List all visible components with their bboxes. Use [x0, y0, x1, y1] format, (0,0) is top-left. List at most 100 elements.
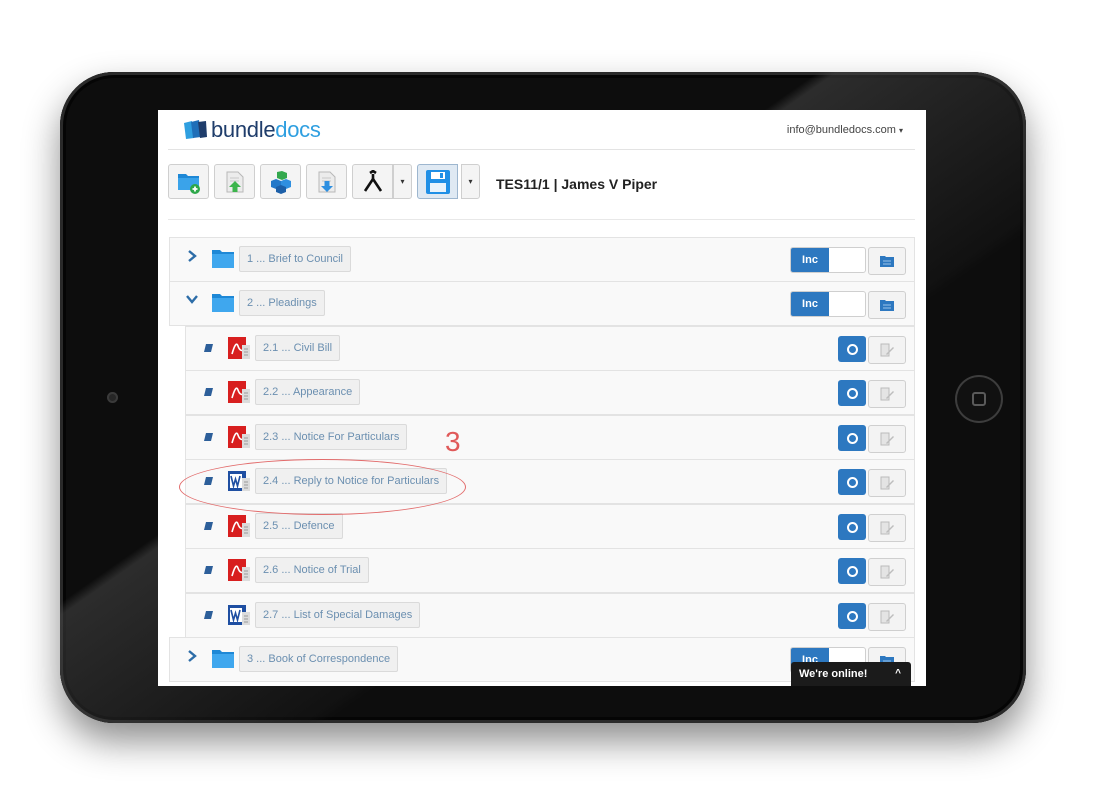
include-document-button[interactable]	[838, 469, 866, 495]
chevron-up-icon[interactable]: ^	[895, 662, 901, 686]
document-title: TES11/1 | James V Piper	[496, 176, 658, 192]
include-document-button[interactable]	[838, 380, 866, 406]
edit-document-button[interactable]	[868, 469, 906, 497]
folder-icon	[212, 250, 234, 268]
toolbar: ▾ ▾ TES11/1 | James V Piper	[168, 160, 915, 220]
edit-document-button[interactable]	[868, 603, 906, 631]
annotation-number: 3	[445, 426, 461, 457]
camera-icon	[107, 392, 118, 403]
folder-options-button[interactable]	[868, 291, 906, 319]
chevron-down-icon: ▾	[898, 126, 903, 135]
word-file-icon	[228, 605, 250, 625]
merge-menu-caret[interactable]: ▾	[393, 164, 412, 199]
chevron-right-icon[interactable]	[187, 250, 201, 262]
pdf-file-icon	[228, 515, 250, 537]
floppy-disk-icon	[425, 169, 450, 194]
edit-icon	[880, 521, 894, 535]
tree-document-row[interactable]: 2.1 ... Civil Bill	[185, 326, 915, 371]
edit-document-button[interactable]	[868, 336, 906, 364]
tree-folder-row[interactable]: 2 ... Pleadings Inc	[169, 281, 915, 326]
circle-icon	[846, 565, 858, 577]
logo-text-bundle: bundle	[211, 117, 276, 142]
top-bar: bundledocs info@bundledocs.com ▾	[168, 110, 915, 150]
chevron-down-icon: ▾	[400, 177, 405, 186]
edit-document-button[interactable]	[868, 558, 906, 586]
save-menu-caret[interactable]: ▾	[461, 164, 480, 199]
book-icon	[204, 433, 213, 441]
include-document-button[interactable]	[838, 603, 866, 629]
book-icon	[204, 611, 213, 619]
logo-book-icon	[184, 120, 207, 139]
folder-icon	[212, 294, 234, 312]
folder-options-button[interactable]	[868, 247, 906, 275]
include-document-button[interactable]	[838, 558, 866, 584]
document-label[interactable]: 2.1 ... Civil Bill	[255, 335, 341, 361]
document-label[interactable]: 2.7 ... List of Special Damages	[255, 602, 421, 628]
pdf-file-icon	[228, 381, 250, 403]
add-section-button[interactable]	[168, 164, 209, 199]
logo-text-docs: docs	[275, 117, 321, 142]
edit-document-button[interactable]	[868, 380, 906, 408]
pdf-file-icon	[228, 426, 250, 448]
include-toggle[interactable]: Inc	[790, 291, 866, 317]
folder-label[interactable]: 1 ... Brief to Council	[239, 246, 351, 272]
chevron-down-icon: ▾	[468, 177, 473, 186]
folder-label[interactable]: 3 ... Book of Correspondence	[239, 646, 399, 672]
tree-folder-row[interactable]: 1 ... Brief to Council Inc	[169, 237, 915, 282]
document-label[interactable]: 2.5 ... Defence	[255, 513, 343, 539]
include-document-button[interactable]	[838, 425, 866, 451]
chat-label: We're online!	[799, 668, 868, 680]
merge-icon	[363, 169, 382, 192]
tree-document-row[interactable]: 2.2 ... Appearance	[185, 370, 915, 415]
download-icon	[318, 171, 335, 192]
user-email: info@bundledocs.com	[786, 124, 896, 136]
app-screen: bundledocs info@bundledocs.com ▾ ▾ ▾ TES…	[158, 110, 926, 686]
bundledocs-logo[interactable]: bundledocs	[182, 117, 321, 143]
edit-document-button[interactable]	[868, 514, 906, 542]
circle-icon	[846, 432, 858, 444]
folder-edit-icon	[880, 256, 894, 267]
tree-document-row[interactable]: 2.6 ... Notice of Trial	[185, 548, 915, 593]
book-icon	[204, 388, 213, 396]
document-label[interactable]: 2.2 ... Appearance	[255, 379, 361, 405]
annotation-ellipse	[179, 459, 466, 515]
folder-edit-icon	[880, 300, 894, 311]
circle-icon	[846, 521, 858, 533]
include-document-button[interactable]	[838, 336, 866, 362]
upload-document-button[interactable]	[214, 164, 255, 199]
edit-icon	[880, 476, 894, 490]
chevron-right-icon[interactable]	[187, 650, 201, 662]
edit-icon	[880, 610, 894, 624]
document-label[interactable]: 2.6 ... Notice of Trial	[255, 557, 369, 583]
edit-icon	[880, 565, 894, 579]
tree-document-row[interactable]: 2.3 ... Notice For Particulars	[185, 415, 915, 460]
include-toggle[interactable]: Inc	[790, 247, 866, 273]
tree-document-row[interactable]: 2.7 ... List of Special Damages	[185, 593, 915, 638]
download-button[interactable]	[306, 164, 347, 199]
circle-icon	[846, 387, 858, 399]
edit-document-button[interactable]	[868, 425, 906, 453]
book-icon	[204, 566, 213, 574]
pdf-file-icon	[228, 559, 250, 581]
book-icon	[204, 522, 213, 530]
include-toggle-label: Inc	[791, 292, 829, 316]
page-stage: bundledocs info@bundledocs.com ▾ ▾ ▾ TES…	[0, 0, 1094, 792]
edit-icon	[880, 432, 894, 446]
save-button[interactable]	[417, 164, 458, 199]
chevron-down-icon[interactable]	[186, 294, 200, 304]
circle-icon	[846, 610, 858, 622]
include-document-button[interactable]	[838, 514, 866, 540]
blocks-icon	[270, 170, 291, 194]
document-label[interactable]: 2.3 ... Notice For Particulars	[255, 424, 408, 450]
chat-widget[interactable]: We're online! ^	[791, 662, 911, 686]
include-toggle-label: Inc	[791, 248, 829, 272]
home-button	[955, 375, 1003, 423]
merge-button[interactable]	[352, 164, 393, 199]
book-icon	[204, 344, 213, 352]
user-menu[interactable]: info@bundledocs.com ▾	[787, 124, 903, 136]
folder-label[interactable]: 2 ... Pleadings	[239, 290, 325, 316]
add-blocks-button[interactable]	[260, 164, 301, 199]
folder-add-icon	[177, 173, 200, 194]
edit-icon	[880, 343, 894, 357]
circle-icon	[846, 343, 858, 355]
